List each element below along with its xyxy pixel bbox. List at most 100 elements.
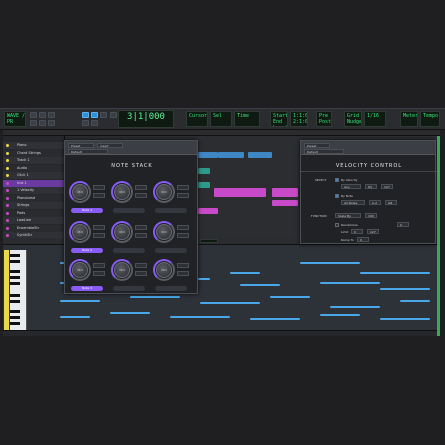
preset-select[interactable]: Preset (68, 143, 94, 148)
nudge-display[interactable]: 1/16 (364, 111, 386, 127)
interval-field[interactable] (135, 263, 147, 268)
note-slot-button[interactable] (155, 286, 187, 291)
midi-note[interactable] (320, 282, 380, 284)
all-notes-select[interactable]: All Notes (341, 200, 365, 205)
track-row[interactable]: Chord Strings (3, 149, 65, 157)
note-slot-button[interactable] (113, 208, 145, 213)
insert-select[interactable]: Insert (97, 143, 123, 148)
velocity-lane[interactable] (3, 330, 440, 336)
play-button[interactable] (39, 112, 46, 118)
interval-field[interactable] (135, 225, 147, 230)
tool-trim[interactable] (91, 112, 98, 118)
rewind-button[interactable] (30, 120, 37, 126)
note-slot-button[interactable] (113, 248, 145, 253)
midi-note[interactable] (380, 318, 430, 320)
ramp-value[interactable]: 0 (357, 237, 369, 242)
track-row[interactable]: 1 Velocity (3, 187, 65, 194)
clip[interactable] (198, 168, 210, 174)
preset-name[interactable]: Default (304, 149, 344, 154)
forward-button[interactable] (39, 120, 46, 126)
midi-note[interactable] (230, 272, 260, 274)
note-knob[interactable]: Ctrl (114, 224, 130, 240)
loop-button[interactable] (48, 120, 55, 126)
midi-note[interactable] (130, 296, 180, 298)
preset-name[interactable]: Default (68, 149, 108, 154)
note-enable-button[interactable]: Note 1 (71, 208, 103, 213)
clip[interactable] (198, 182, 210, 188)
midi-note[interactable] (110, 312, 150, 314)
interval-field[interactable] (93, 225, 105, 230)
note-low[interactable]: C-2 (369, 200, 381, 205)
note-knob[interactable]: Ctrl (156, 184, 172, 200)
by-velocity-checkbox[interactable] (335, 178, 339, 182)
midi-note[interactable] (170, 316, 230, 318)
interval-field[interactable] (93, 185, 105, 190)
interval-field[interactable] (177, 225, 189, 230)
velocity-field[interactable] (177, 271, 189, 276)
note-knob[interactable]: Ctrl (72, 224, 88, 240)
midi-note[interactable] (240, 284, 280, 286)
randomize-amount[interactable]: 0 (397, 222, 409, 227)
track-row[interactable]: PianoLead (3, 194, 65, 202)
midi-note[interactable] (380, 288, 430, 290)
interval-field[interactable] (135, 185, 147, 190)
grid-display[interactable]: Grid Nudge (344, 111, 362, 127)
midi-note[interactable] (200, 302, 260, 304)
midi-note[interactable] (250, 318, 300, 320)
function-select[interactable]: Scale By (335, 213, 361, 218)
link-button[interactable] (110, 112, 117, 118)
clip[interactable] (248, 152, 272, 158)
velocity-field[interactable] (93, 193, 105, 198)
piano-keyboard[interactable] (10, 250, 27, 336)
randomize-checkbox[interactable] (335, 223, 339, 227)
track-row[interactable]: Inst 1 (3, 179, 65, 187)
velocity-field[interactable] (93, 271, 105, 276)
midi-note[interactable] (60, 300, 100, 302)
note-knob[interactable]: Ctrl (156, 262, 172, 278)
note-knob[interactable]: Ctrl (114, 262, 130, 278)
velocity-field[interactable] (135, 233, 147, 238)
note-slot-button[interactable] (155, 248, 187, 253)
interval-field[interactable] (93, 263, 105, 268)
tool-pencil[interactable] (82, 120, 89, 126)
clip[interactable] (214, 188, 266, 197)
note-enable-button[interactable]: Note 2 (71, 248, 103, 253)
midi-note[interactable] (360, 272, 430, 274)
note-knob[interactable]: Ctrl (114, 184, 130, 200)
clip[interactable] (272, 200, 298, 206)
stop-button[interactable] (30, 112, 37, 118)
scroll-indicator[interactable] (437, 136, 440, 336)
track-row[interactable]: Audio (3, 164, 65, 172)
velocity-field[interactable] (93, 233, 105, 238)
track-row[interactable]: Click 1 (3, 172, 65, 179)
velocity-field[interactable] (177, 233, 189, 238)
track-row[interactable]: Track 1 (3, 157, 65, 164)
velocity-max[interactable]: 127 (381, 184, 393, 189)
track-row[interactable]: Piano (3, 142, 65, 149)
note-slot-button[interactable] (113, 286, 145, 291)
clip[interactable] (218, 152, 244, 158)
midi-note[interactable] (60, 316, 90, 318)
track-row[interactable]: Pads (3, 209, 65, 217)
clip[interactable] (272, 188, 298, 197)
clip[interactable] (198, 152, 218, 158)
midi-note[interactable] (320, 314, 360, 316)
tool-zoom[interactable] (91, 120, 98, 126)
interval-field[interactable] (177, 185, 189, 190)
clip[interactable] (198, 208, 218, 214)
velocity-range-select[interactable]: Any (341, 184, 361, 189)
midi-note[interactable] (330, 306, 380, 308)
tool-grabber[interactable] (82, 112, 89, 118)
midi-note[interactable] (300, 262, 360, 264)
note-knob[interactable]: Ctrl (156, 224, 172, 240)
interval-field[interactable] (177, 263, 189, 268)
limit-max[interactable]: 127 (367, 229, 379, 234)
preset-select[interactable]: Preset (304, 143, 330, 148)
midi-note[interactable] (400, 300, 430, 302)
track-row[interactable]: LowLine (3, 217, 65, 224)
midi-note[interactable] (270, 296, 310, 298)
function-amount[interactable]: 100 (365, 213, 377, 218)
velocity-field[interactable] (135, 271, 147, 276)
record-button[interactable] (48, 112, 55, 118)
note-enable-button[interactable]: Note 3 (71, 286, 103, 291)
